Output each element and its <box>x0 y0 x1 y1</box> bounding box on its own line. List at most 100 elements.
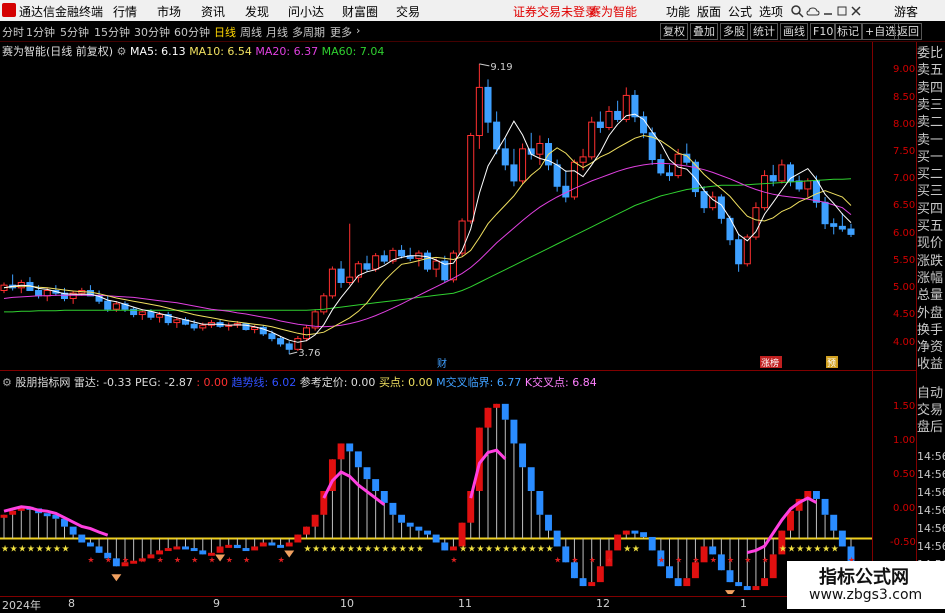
candle-body <box>795 180 803 190</box>
quote-panel-item[interactable]: 卖三 <box>917 94 945 113</box>
quote-panel-item[interactable]: 买二 <box>917 163 945 182</box>
trend-block <box>164 548 172 552</box>
period-more[interactable]: 更多 <box>330 24 352 40</box>
sell-star: ★ <box>762 556 769 565</box>
candle-body <box>821 201 829 225</box>
trend-block <box>268 542 276 546</box>
menu-hangqing[interactable]: 行情 <box>113 3 137 20</box>
period-monthly[interactable]: 月线 <box>266 24 288 40</box>
indicator-chart[interactable]: ★ ★ ★ ★ ★ ★ ★ ★★ ★ ★ ★ ★ ★ ★ ★ ★ ★ ★★ ★ ★ ★ ★ ★ ★ ★ ★ ★ ★ ★ ★ ★★★ ★ ★ ★ ★ ★… <box>0 388 872 594</box>
quote-panel-item[interactable]: 14:56 <box>917 522 945 535</box>
quote-panel-item[interactable]: 涨幅 <box>917 267 945 286</box>
tool-biaoji[interactable]: 标记 <box>834 23 862 40</box>
quote-panel-item[interactable]: 买五 <box>917 215 945 234</box>
minimize-icon[interactable] <box>822 4 834 18</box>
close-icon[interactable] <box>850 4 862 18</box>
period-15min[interactable]: 15分钟 <box>94 24 130 40</box>
candle-body <box>302 327 311 340</box>
quote-panel-item[interactable]: 净资 <box>917 336 945 355</box>
period-1min[interactable]: 1分钟 <box>26 24 55 40</box>
chevron-right-icon[interactable]: › <box>356 24 360 37</box>
menu-jiaoyi[interactable]: 交易 <box>396 3 420 20</box>
trend-block <box>156 550 164 555</box>
sell-star: ★ <box>710 556 717 565</box>
period-30min[interactable]: 30分钟 <box>134 24 170 40</box>
trend-block <box>726 570 734 583</box>
quote-panel-item[interactable]: 买四 <box>917 198 945 217</box>
quote-panel-item[interactable]: 委比 <box>917 42 945 61</box>
tool-fanhui[interactable]: 返回 <box>894 23 922 40</box>
quote-panel-item[interactable]: 14:56 <box>917 504 945 517</box>
menu-caifuquan[interactable]: 财富圈 <box>342 3 378 20</box>
period-multi[interactable]: 多周期 <box>292 24 325 40</box>
menu-banmian[interactable]: 版面 <box>697 3 721 20</box>
quote-panel-item[interactable]: 换手 <box>917 319 945 338</box>
buy-star: ★ <box>779 545 787 555</box>
candle-body <box>199 324 207 329</box>
buy-star: ★ <box>62 545 70 555</box>
menu-zixun[interactable]: 资讯 <box>201 3 225 20</box>
quote-panel-item[interactable]: 涨跌 <box>917 250 945 269</box>
period-5min[interactable]: 5分钟 <box>60 24 89 40</box>
quote-panel-item[interactable]: 14:56 <box>917 468 945 481</box>
sell-star: ★ <box>744 556 751 565</box>
quote-panel-item[interactable]: 收益 <box>917 353 945 372</box>
quote-panel-item[interactable]: 14:56 <box>917 540 945 553</box>
menu-shichang[interactable]: 市场 <box>157 3 181 20</box>
high-label: 9.19 <box>490 62 512 73</box>
trend-block <box>735 582 743 587</box>
cloud-icon[interactable] <box>806 4 820 18</box>
tool-fuquan[interactable]: 复权 <box>660 23 688 40</box>
candlestick-chart[interactable]: 9.19 3.76 财 涨榜 预 <box>0 58 872 368</box>
trend-block <box>303 526 310 535</box>
trend-block <box>86 542 94 547</box>
settings-icon[interactable]: ⚙ <box>117 45 127 58</box>
login-warning[interactable]: 证券交易未登录 <box>513 3 597 20</box>
search-icon[interactable] <box>790 4 804 18</box>
trend-block <box>631 530 639 534</box>
quote-panel-item[interactable]: 买一 <box>917 146 945 165</box>
tool-diejia[interactable]: 叠加 <box>690 23 718 40</box>
menu-gongneng[interactable]: 功能 <box>666 3 690 20</box>
candle-body <box>665 172 674 177</box>
quote-panel-item[interactable]: 外盘 <box>917 302 945 321</box>
quote-panel-item[interactable]: 卖五 <box>917 59 945 78</box>
buy-star: ★ <box>520 545 528 555</box>
quote-panel-item[interactable]: 买三 <box>917 180 945 199</box>
sell-star: ★ <box>571 556 578 565</box>
candle-body <box>501 148 509 166</box>
tool-f10[interactable]: F10 <box>810 23 837 40</box>
menu-gongshi[interactable]: 公式 <box>728 3 752 20</box>
stock-tag: 赛为智能 <box>589 5 638 19</box>
user-label[interactable]: 游客 <box>894 3 918 20</box>
ma20-label: MA20: 6.37 <box>255 45 319 58</box>
sell-star: ★ <box>554 556 561 565</box>
period-daily[interactable]: 日线 <box>214 24 236 40</box>
pane-divider <box>0 370 917 371</box>
period-60min[interactable]: 60分钟 <box>174 24 210 40</box>
tool-tongji[interactable]: 统计 <box>750 23 778 40</box>
buy-star: ★ <box>494 545 502 555</box>
period-fenshi[interactable]: 分时 <box>2 24 24 40</box>
quote-panel-item[interactable]: 卖一 <box>917 129 945 148</box>
period-weekly[interactable]: 周线 <box>240 24 262 40</box>
quote-panel-item[interactable]: 卖二 <box>917 111 945 130</box>
ytick: 4.50 <box>893 309 916 320</box>
tool-duogu[interactable]: 多股 <box>720 23 748 40</box>
quote-panel-item[interactable]: 盘后 <box>917 416 945 435</box>
tool-huaxian[interactable]: 画线 <box>780 23 808 40</box>
trend-block <box>130 560 138 564</box>
menu-faxian[interactable]: 发现 <box>245 3 269 20</box>
quote-panel-item[interactable]: 现价 <box>917 232 945 251</box>
trend-block <box>648 536 656 551</box>
quote-panel-item[interactable]: 卖四 <box>917 77 945 96</box>
restore-icon[interactable] <box>836 4 848 18</box>
event-marker: 财 <box>437 357 447 368</box>
menu-xuanxiang[interactable]: 选项 <box>759 3 783 20</box>
buy-star: ★ <box>329 545 337 555</box>
quote-panel-item[interactable]: 总量 <box>917 284 945 303</box>
menu-wenxiaoda[interactable]: 问小达 <box>288 3 324 20</box>
quote-panel-item[interactable]: 14:56 <box>917 486 945 499</box>
quote-panel-item[interactable]: 14:56 <box>917 450 945 463</box>
trend-block <box>354 451 362 468</box>
